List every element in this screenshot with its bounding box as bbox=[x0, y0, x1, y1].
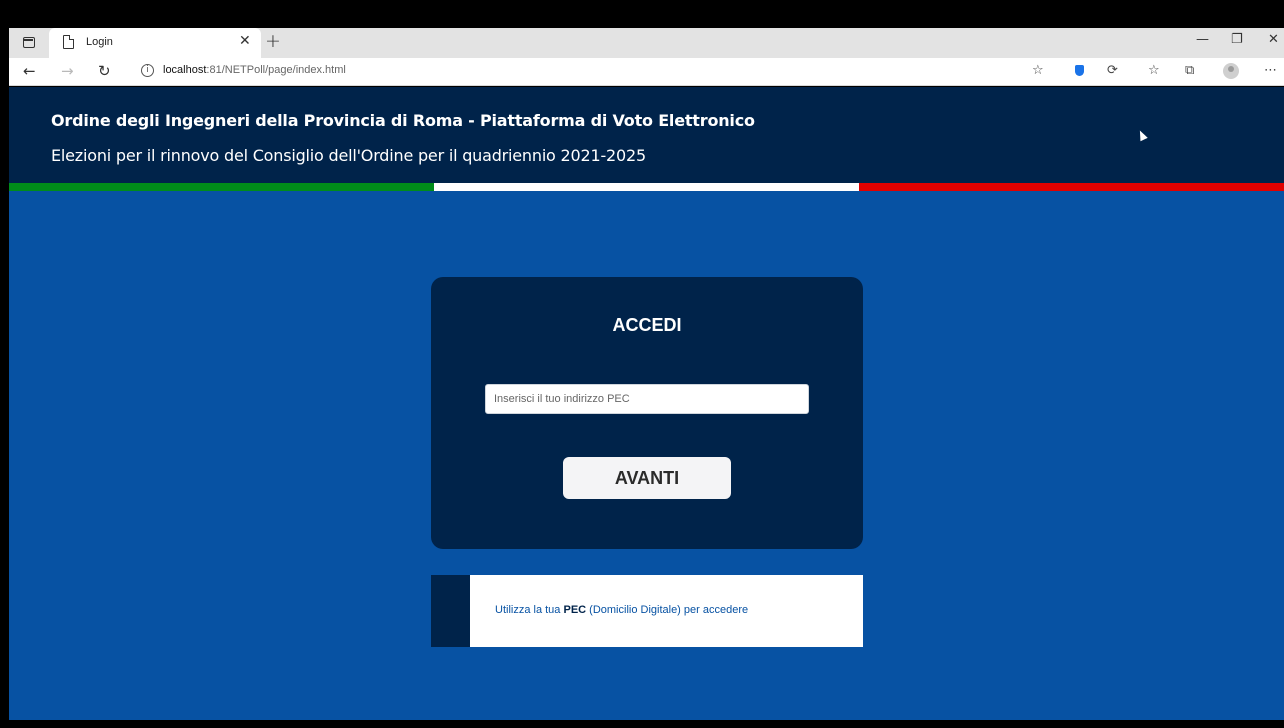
login-title: ACCEDI bbox=[612, 315, 682, 335]
flag-green bbox=[9, 183, 434, 191]
screen-bottom-border bbox=[0, 720, 1284, 728]
info-accent-bar bbox=[431, 575, 470, 647]
page-header: Ordine degli Ingegneri della Provincia d… bbox=[9, 87, 1284, 183]
restore-icon[interactable]: ❐ bbox=[1231, 32, 1243, 47]
info-notice: Utilizza la tua PEC (Domicilio Digitale)… bbox=[431, 575, 863, 647]
back-icon[interactable]: ← bbox=[23, 62, 36, 80]
collections-icon[interactable]: ⧉ bbox=[1185, 63, 1194, 78]
page-subtitle: Elezioni per il rinnovo del Consiglio de… bbox=[51, 146, 646, 165]
page-icon bbox=[63, 35, 74, 49]
screen-left-border bbox=[0, 28, 9, 728]
browser-tab-login[interactable]: Login ✕ bbox=[49, 28, 261, 58]
window-close-icon[interactable]: ✕ bbox=[1268, 32, 1279, 47]
address-bar[interactable]: i localhost:81/NETPoll/page/index.html bbox=[129, 60, 1027, 82]
extension-shield-icon[interactable] bbox=[1075, 65, 1084, 76]
forward-icon[interactable]: → bbox=[61, 62, 74, 80]
minimize-icon[interactable]: — bbox=[1196, 32, 1209, 47]
favorites-icon[interactable]: ☆ bbox=[1148, 63, 1160, 78]
tab-title: Login bbox=[86, 36, 113, 48]
browser-toolbar: ← → ↻ i localhost:81/NETPoll/page/index.… bbox=[9, 58, 1284, 86]
refresh-icon[interactable]: ↻ bbox=[98, 62, 111, 80]
login-card: ACCEDI AVANTI bbox=[431, 277, 863, 549]
avanti-button[interactable]: AVANTI bbox=[563, 457, 731, 499]
site-info-icon[interactable]: i bbox=[141, 64, 154, 77]
info-text: Utilizza la tua PEC (Domicilio Digitale)… bbox=[495, 604, 749, 616]
add-favorite-icon[interactable]: ☆ bbox=[1032, 63, 1044, 78]
flag-white bbox=[434, 183, 859, 191]
tab-close-icon[interactable]: ✕ bbox=[239, 33, 251, 49]
profile-avatar[interactable] bbox=[1223, 63, 1239, 79]
screen-top-border bbox=[0, 0, 1284, 28]
browser-tab-strip: Login ✕ + — ❐ ✕ bbox=[9, 28, 1284, 58]
more-menu-icon[interactable]: ⋯ bbox=[1264, 63, 1277, 78]
extension-icon[interactable]: ⟳ bbox=[1107, 63, 1118, 78]
new-tab-button[interactable]: + bbox=[265, 30, 281, 52]
italian-flag-stripe bbox=[9, 183, 1284, 191]
page-content: Ordine degli Ingegneri della Provincia d… bbox=[9, 87, 1284, 720]
page-title: Ordine degli Ingegneri della Provincia d… bbox=[51, 111, 755, 130]
tab-actions-icon[interactable] bbox=[23, 37, 35, 48]
pec-email-input[interactable] bbox=[485, 384, 809, 414]
url-text[interactable]: localhost:81/NETPoll/page/index.html bbox=[163, 64, 346, 76]
flag-red bbox=[859, 183, 1284, 191]
